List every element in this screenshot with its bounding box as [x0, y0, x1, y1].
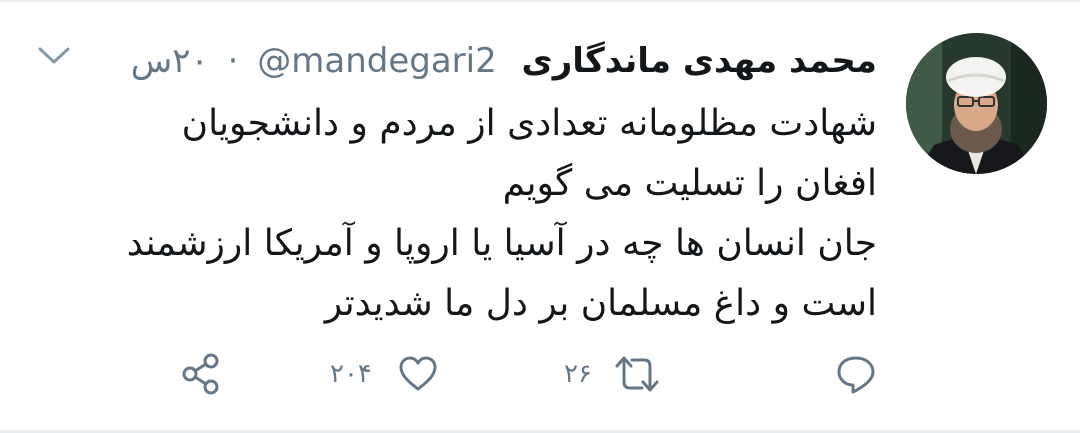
- user-handle[interactable]: @mandegari2: [257, 41, 496, 81]
- action-bar: ۲۶ ۲۰۴: [0, 352, 1080, 402]
- like-count: ۲۰۴: [330, 359, 372, 389]
- avatar[interactable]: [906, 33, 1047, 174]
- tweet-line: شهادت مظلومانه تعدادی از مردم و دانشجویا…: [181, 103, 877, 144]
- tweet-line: افغان را تسلیت می گویم: [502, 163, 877, 204]
- reply-button[interactable]: [828, 352, 888, 402]
- reply-icon: [837, 356, 875, 394]
- chevron-down-icon[interactable]: [36, 44, 72, 68]
- tweet-text: شهادت مظلومانه تعدادی از مردم و دانشجویا…: [17, 94, 877, 334]
- top-divider: [0, 0, 1080, 2]
- share-button[interactable]: [176, 352, 226, 402]
- timestamp[interactable]: ۲۰س: [131, 41, 209, 81]
- share-icon: [182, 353, 219, 395]
- heart-icon: [399, 356, 437, 391]
- tweet-line: جان انسان ها چه در آسیا یا اروپا و آمریک…: [126, 223, 877, 264]
- tweet-line: است و داغ مسلمان بر دل ما شدیدتر: [324, 283, 877, 324]
- like-button[interactable]: ۲۰۴: [330, 352, 442, 402]
- display-name[interactable]: محمد مهدی ماندگاری: [522, 41, 877, 81]
- tweet-header: محمد مهدی ماندگاری @mandegari2 · ۲۰س: [131, 36, 877, 86]
- retweet-button[interactable]: ۲۶: [560, 352, 670, 402]
- retweet-icon: [615, 356, 659, 392]
- avatar-image: [906, 33, 1047, 174]
- retweet-count: ۲۶: [564, 359, 592, 389]
- separator-dot: ·: [227, 41, 239, 81]
